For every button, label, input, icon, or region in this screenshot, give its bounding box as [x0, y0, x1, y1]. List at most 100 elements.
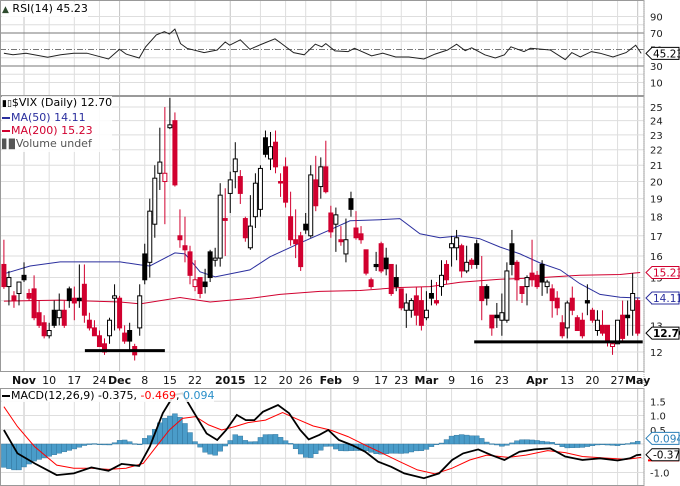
macd-histogram-bar	[624, 443, 631, 445]
macd-histogram-bar	[262, 434, 269, 445]
macd-histogram-bar	[343, 443, 349, 452]
macd-histogram-bar	[287, 443, 294, 445]
candle-body	[96, 335, 102, 348]
candle-body	[343, 239, 349, 255]
macd-histogram-bar	[257, 437, 264, 445]
candle-body	[534, 274, 540, 288]
candle-body	[293, 239, 299, 245]
candle-body	[338, 239, 344, 243]
macd-histogram-bar	[282, 440, 289, 445]
date-axis-label: 9	[353, 374, 360, 387]
candle-body	[393, 277, 399, 288]
price-legend: ▮▯$VIX (Daily) 12.70 MA(50) 14.11 MA(200…	[2, 96, 113, 152]
macd-value-tag: -0.375	[653, 450, 680, 462]
macd-histogram-bar	[524, 439, 530, 445]
candle-body	[569, 297, 575, 311]
rsi-tick-label: 10	[650, 79, 663, 90]
candle-body	[368, 279, 374, 288]
date-axis-label: 13	[560, 374, 574, 387]
candle-body	[323, 166, 329, 193]
price-tick-label: 25	[650, 103, 663, 114]
candle-body	[308, 174, 314, 237]
price-tick-label: 21	[650, 161, 663, 172]
candle-body	[283, 166, 289, 203]
candle-body	[112, 295, 118, 299]
macd-histogram-bar	[328, 443, 334, 447]
volume-bars-icon: ▋▉	[2, 140, 16, 150]
macd-histogram-bar	[111, 442, 118, 445]
candle-body	[212, 257, 218, 261]
date-axis-label: 9	[448, 374, 455, 387]
macd-histogram-bar	[323, 443, 329, 447]
candle-body	[464, 261, 470, 272]
macd-histogram-bar	[539, 440, 545, 445]
candle-body	[303, 223, 309, 231]
macd-histogram-bar	[1, 443, 7, 468]
macd-histogram-bar	[86, 443, 93, 445]
macd-signal-value: -0.469	[140, 389, 176, 402]
macd-histogram-bar	[564, 443, 570, 449]
macd-legend: MACD(12,26,9) -0.375, -0.469, 0.094	[2, 389, 215, 402]
candle-body	[36, 312, 42, 326]
date-axis-label: Feb	[320, 374, 343, 387]
candle-body	[418, 300, 424, 326]
candle-body	[625, 314, 631, 319]
macd-histogram-bar	[499, 443, 505, 447]
macd-histogram-bar	[438, 442, 445, 445]
macd-histogram-bar	[494, 443, 500, 446]
date-axis-label: 20	[585, 374, 599, 387]
macd-histogram-bar	[599, 443, 606, 446]
macd-histogram-bar	[463, 434, 470, 445]
macd-histogram-bar	[468, 435, 475, 445]
date-axis-label: Nov	[12, 374, 37, 387]
separator: ,	[175, 389, 180, 402]
candle-body	[479, 286, 485, 302]
candle-body	[56, 309, 62, 319]
price-tick-label: 24	[650, 117, 663, 128]
macd-histogram-bar	[594, 443, 601, 446]
macd-histogram-bar	[297, 443, 304, 455]
candle-body	[273, 141, 279, 168]
candle-body	[313, 179, 319, 207]
price-tick-label: 18	[650, 213, 663, 224]
macd-swatch-icon	[2, 395, 10, 397]
macd-histogram-bar	[569, 443, 575, 448]
candle-body	[383, 257, 389, 270]
candle-body	[237, 176, 243, 194]
candle-body	[41, 322, 47, 337]
candle-body	[544, 281, 550, 288]
macd-histogram-bar	[116, 440, 123, 445]
macd-histogram-bar	[46, 443, 52, 457]
candle-body	[76, 297, 82, 302]
rsi-panel-border	[0, 0, 645, 96]
macd-histogram-bar	[614, 443, 621, 446]
macd-histogram-bar	[101, 443, 108, 446]
rsi-value-tag: 45.23	[653, 48, 680, 60]
macd-tick-label: 1.5	[650, 397, 666, 408]
candle-body	[61, 309, 67, 326]
price-tick-label: 20	[650, 178, 663, 189]
candle-body	[519, 286, 525, 295]
date-axis-label: Mar	[415, 374, 439, 387]
candle-body	[81, 283, 87, 316]
candle-body	[454, 237, 460, 249]
macd-histogram-bar	[106, 443, 113, 446]
date-axis-label: 20	[279, 374, 293, 387]
macd-histogram-bar	[413, 443, 420, 452]
price-tick-label: 22	[650, 146, 663, 157]
candle-body	[26, 293, 32, 299]
date-axis-label: 12	[253, 374, 267, 387]
candle-body	[187, 251, 193, 276]
candle-body	[192, 279, 198, 288]
candle-body	[157, 161, 163, 174]
macd-histogram-bar	[428, 443, 435, 447]
macd-histogram-bar	[484, 441, 490, 445]
candle-body	[539, 263, 545, 283]
macd-histogram-bar	[227, 440, 233, 445]
candle-body	[46, 329, 52, 337]
macd-histogram-bar	[443, 439, 450, 445]
candle-body	[177, 235, 183, 241]
macd-histogram-bar	[212, 443, 218, 456]
rsi-icon: ▲	[2, 5, 9, 15]
macd-histogram-bar	[544, 441, 550, 445]
